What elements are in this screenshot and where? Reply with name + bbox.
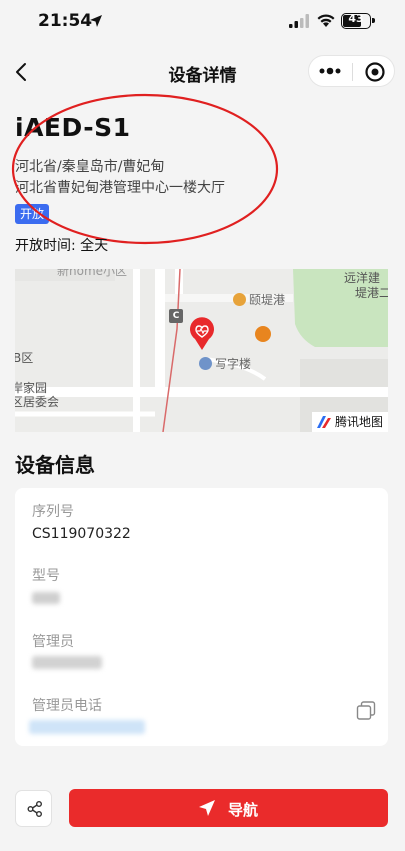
model-value-redacted <box>32 592 60 604</box>
map-label-right-top2: 堤港二 <box>355 286 388 300</box>
more-dots-icon[interactable] <box>318 64 342 78</box>
poi-shop-icon <box>233 293 246 306</box>
status-bar: 21:54 43 <box>0 0 405 44</box>
admin-phone-label: 管理员电话 <box>32 698 102 714</box>
wifi-icon <box>317 14 335 27</box>
map-poi-port-label: 颐堤港 <box>249 293 286 307</box>
capsule-divider <box>352 63 353 81</box>
navigate-button[interactable]: 导航 <box>69 789 388 827</box>
open-hours-value: 全天 <box>80 238 109 254</box>
target-icon[interactable] <box>364 61 386 83</box>
nav-bar: 设备详情 <box>0 44 405 100</box>
map-label-top-left: 新home小区 <box>57 269 128 278</box>
serial-label: 序列号 <box>32 504 74 520</box>
admin-label: 管理员 <box>32 634 74 650</box>
copy-icon[interactable] <box>355 700 377 722</box>
battery-icon: 43 <box>341 12 375 29</box>
status-badge: 开放 <box>15 204 50 224</box>
map-brand: 腾讯地图 <box>311 412 388 432</box>
device-info-card: 序列号 CS119070322 型号 管理员 管理员电话 <box>15 488 388 746</box>
location-map[interactable]: 新home小区 远洋建 堤港二 B区 岸家园 区居委会 颐堤港 写字楼 C 腾讯… <box>15 269 388 432</box>
serial-value: CS119070322 <box>32 526 131 542</box>
map-poi-port: 颐堤港 <box>233 291 285 308</box>
address-region: 河北省/秦皇岛市/曹妃甸 <box>15 159 165 175</box>
navigate-label: 导航 <box>228 801 259 819</box>
restaurant-icon <box>255 326 271 342</box>
map-label-left-bottom2: 区居委会 <box>15 395 60 409</box>
road-marker: C <box>169 309 183 323</box>
status-time: 21:54 <box>38 11 93 31</box>
map-brand-label: 腾讯地图 <box>334 415 383 429</box>
poi-building-icon <box>199 357 212 370</box>
open-hours-label: 开放时间: <box>15 238 76 254</box>
tencent-map-logo-icon <box>316 416 331 428</box>
signal-icon <box>289 14 309 28</box>
share-button[interactable] <box>15 790 52 827</box>
admin-phone-value-redacted[interactable] <box>29 720 145 734</box>
device-name: iAED-S1 <box>15 113 131 142</box>
location-arrow-icon <box>90 15 102 27</box>
map-poi-office: 写字楼 <box>199 355 251 372</box>
admin-value-redacted <box>32 656 102 669</box>
model-label: 型号 <box>32 568 60 584</box>
navigation-arrow-icon <box>199 800 215 816</box>
address-detail: 河北省曹妃甸港管理中心一楼大厅 <box>15 180 225 196</box>
map-label-left-mid: B区 <box>15 351 34 365</box>
battery-level: 43 <box>348 12 364 25</box>
open-hours: 开放时间: 全天 <box>15 235 108 255</box>
aed-location-pin-icon[interactable] <box>187 317 217 351</box>
section-title: 设备信息 <box>15 453 95 477</box>
map-poi-office-label: 写字楼 <box>215 357 252 371</box>
share-icon <box>27 801 42 817</box>
